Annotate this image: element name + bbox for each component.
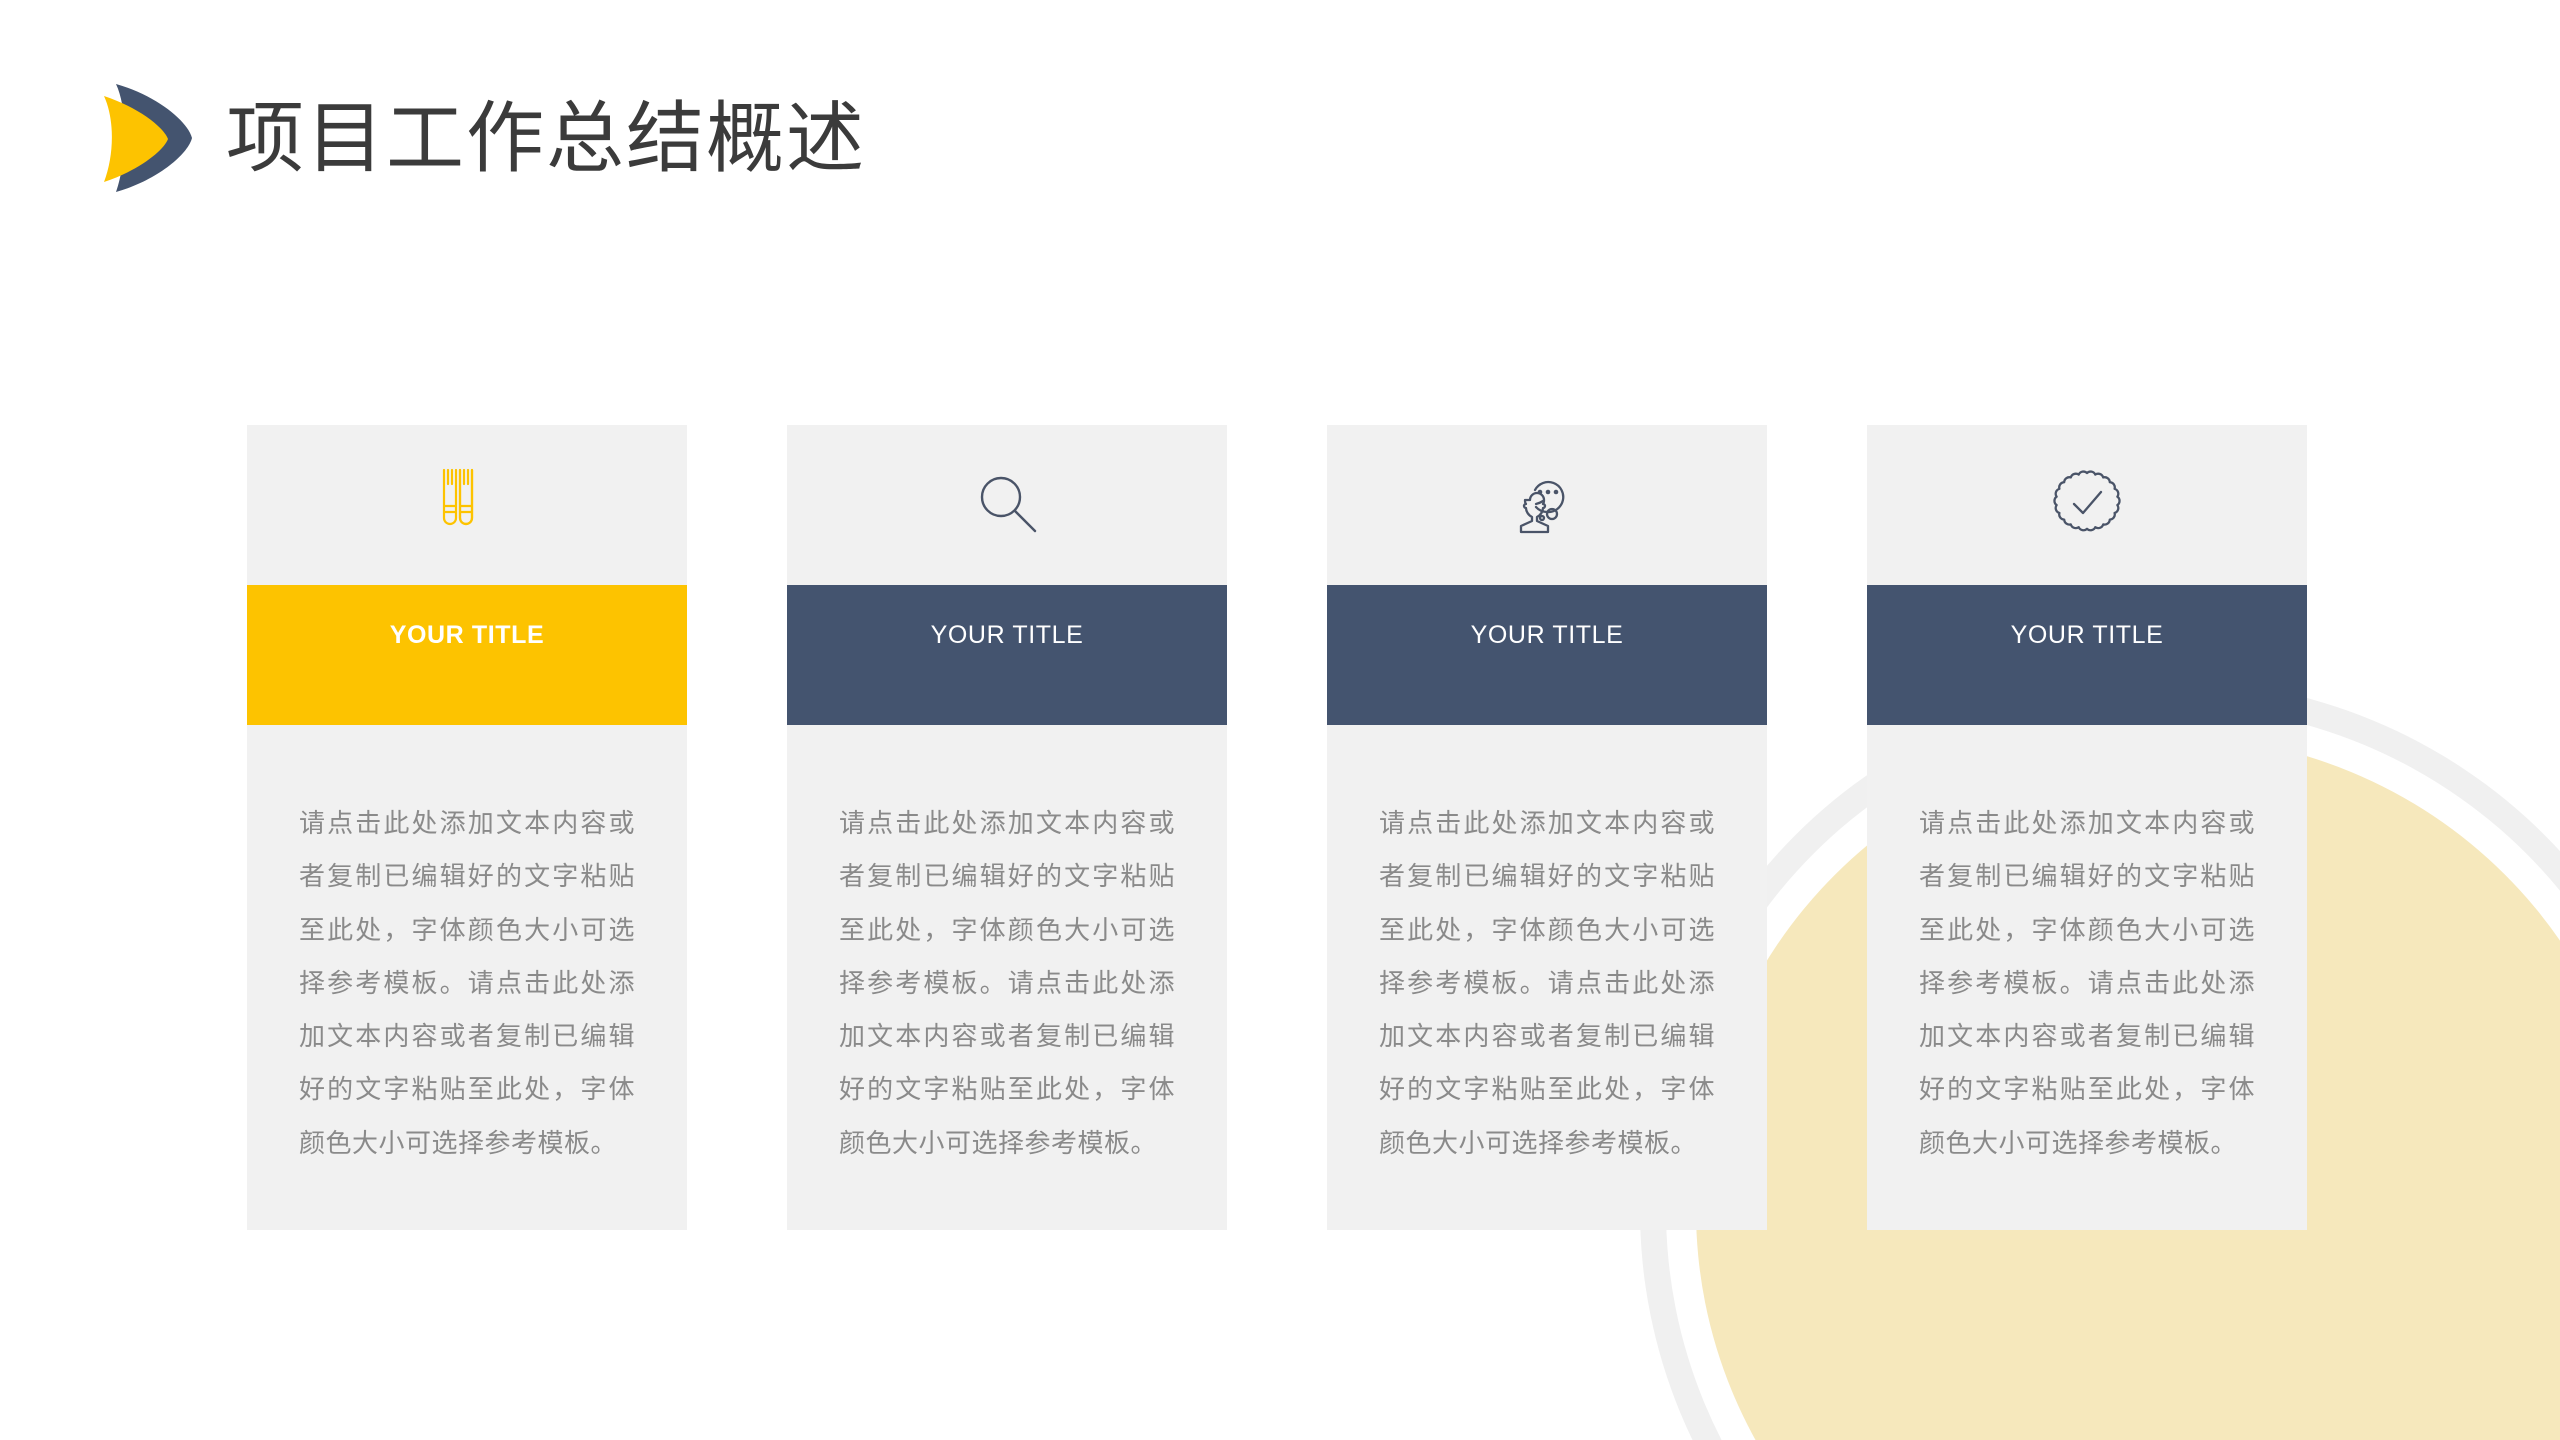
slide-canvas: 项目工作总结概述 YOUR TITLE 请点击此处添加文本内容或者复制已编辑好的… <box>0 0 2560 1440</box>
card-body-text: 请点击此处添加文本内容或者复制已编辑好的文字粘贴至此处，字体颜色大小可选择参考模… <box>299 808 635 1158</box>
test-tubes-icon <box>440 467 494 544</box>
card-title-label: YOUR TITLE <box>2010 621 2164 649</box>
info-card[interactable]: YOUR TITLE 请点击此处添加文本内容或者复制已编辑好的文字粘贴至此处，字… <box>787 425 1227 1231</box>
info-card[interactable]: YOUR TITLE 请点击此处添加文本内容或者复制已编辑好的文字粘贴至此处，字… <box>1327 425 1767 1231</box>
card-row: YOUR TITLE 请点击此处添加文本内容或者复制已编辑好的文字粘贴至此处，字… <box>247 425 2307 1231</box>
card-title-band: YOUR TITLE <box>247 585 687 725</box>
card-title-label: YOUR TITLE <box>389 621 545 649</box>
card-body-text: 请点击此处添加文本内容或者复制已编辑好的文字粘贴至此处，字体颜色大小可选择参考模… <box>1379 808 1715 1158</box>
card-body: 请点击此处添加文本内容或者复制已编辑好的文字粘贴至此处，字体颜色大小可选择参考模… <box>1327 725 1767 1231</box>
card-icon-area <box>247 425 687 585</box>
card-title-band: YOUR TITLE <box>1867 585 2307 725</box>
info-card[interactable]: YOUR TITLE 请点击此处添加文本内容或者复制已编辑好的文字粘贴至此处，字… <box>1867 425 2307 1231</box>
slide-header: 项目工作总结概述 <box>96 78 866 198</box>
page-title: 项目工作总结概述 <box>226 94 867 182</box>
card-icon-area <box>787 425 1227 585</box>
card-title-label: YOUR TITLE <box>1470 621 1624 649</box>
magnifier-icon <box>975 471 1039 540</box>
card-body: 请点击此处添加文本内容或者复制已编辑好的文字粘贴至此处，字体颜色大小可选择参考模… <box>247 725 687 1231</box>
badge-check-icon <box>2053 469 2121 542</box>
card-icon-area <box>1867 425 2307 585</box>
card-body: 请点击此处添加文本内容或者复制已编辑好的文字粘贴至此处，字体颜色大小可选择参考模… <box>1867 725 2307 1231</box>
card-title-label: YOUR TITLE <box>930 621 1084 649</box>
card-title-band: YOUR TITLE <box>1327 585 1767 725</box>
play-arrow-logo-icon <box>96 78 196 198</box>
card-title-band: YOUR TITLE <box>787 585 1227 725</box>
card-icon-area <box>1327 425 1767 585</box>
card-body: 请点击此处添加文本内容或者复制已编辑好的文字粘贴至此处，字体颜色大小可选择参考模… <box>787 725 1227 1231</box>
card-body-text: 请点击此处添加文本内容或者复制已编辑好的文字粘贴至此处，字体颜色大小可选择参考模… <box>1919 808 2255 1158</box>
people-speech-bubble-icon <box>1511 468 1583 543</box>
info-card[interactable]: YOUR TITLE 请点击此处添加文本内容或者复制已编辑好的文字粘贴至此处，字… <box>247 425 687 1231</box>
card-body-text: 请点击此处添加文本内容或者复制已编辑好的文字粘贴至此处，字体颜色大小可选择参考模… <box>839 808 1175 1158</box>
